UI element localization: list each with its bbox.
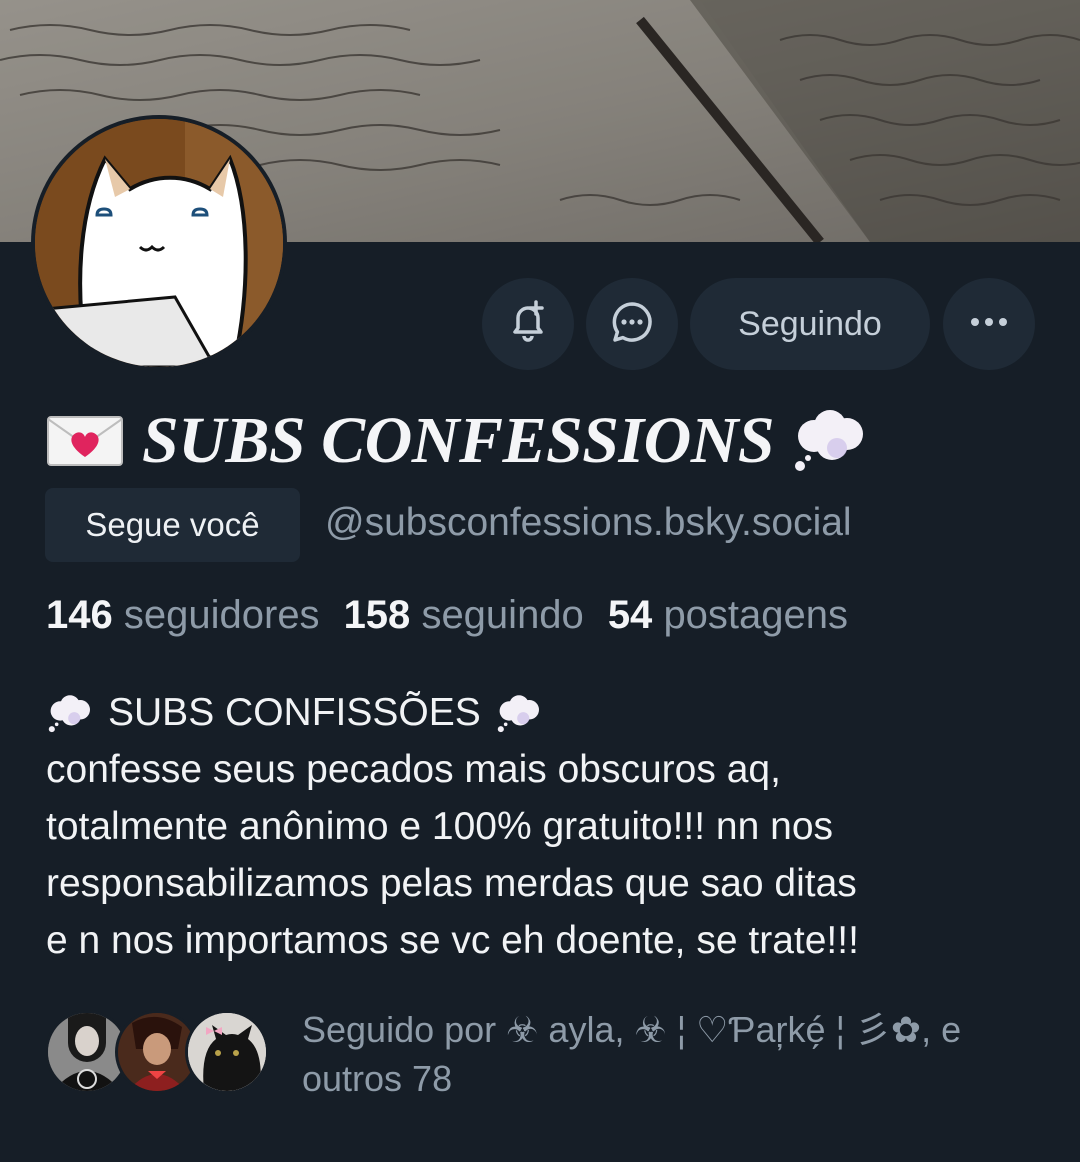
followers-label: seguidores: [123, 593, 320, 637]
bio-line-1: confesse seus pecados mais obscuros aq,: [46, 748, 781, 791]
profile-handle: @subsconfessions.bsky.social: [325, 501, 852, 544]
posts-count: 54: [607, 593, 653, 637]
follows-you-badge: Segue você: [45, 488, 300, 562]
followed-by-text[interactable]: Seguido por ☣ ayla, ☣ ¦ ♡Ƥar̦ké̗ ¦ 彡✿, e…: [302, 1005, 1042, 1103]
chat-bubble-icon: [609, 299, 655, 350]
bio-line-3: responsabilizamos pelas merdas que sao d…: [46, 862, 857, 905]
notify-button[interactable]: [482, 278, 574, 370]
profile-stats: 146 seguidores 158 seguindo 54 postagens: [46, 593, 872, 638]
message-button[interactable]: [586, 278, 678, 370]
following-count: 158: [343, 593, 411, 637]
following-label: seguindo: [421, 593, 584, 637]
ellipsis-icon: [969, 315, 1009, 333]
bio-line-4: e n nos importamos se vc eh doente, se t…: [46, 919, 859, 962]
posts-stat: 54 postagens: [608, 593, 848, 638]
bio-line-2: totalmente anônimo e 100% gratuito!!! nn…: [46, 805, 834, 848]
bio-title: SUBS CONFISSÕES: [108, 691, 481, 734]
bio-title-line: SUBS CONFISSÕES: [46, 684, 1046, 741]
more-options-button[interactable]: [943, 278, 1035, 370]
profile-page: Seguindo SUBS CONFESSIONS Segue você @su…: [0, 0, 1080, 1162]
followers-stat[interactable]: 146 seguidores: [46, 593, 320, 638]
thought-balloon-icon: [495, 693, 543, 733]
display-name: SUBS CONFESSIONS: [142, 404, 775, 477]
avatar: [185, 1010, 269, 1094]
display-name-row: SUBS CONFESSIONS: [46, 396, 868, 486]
cat-avatar-image: [35, 119, 283, 367]
thought-balloon-icon: [792, 408, 868, 474]
love-letter-icon: [46, 413, 124, 469]
followers-count: 146: [46, 593, 113, 637]
thought-balloon-icon: [46, 693, 94, 733]
following-button[interactable]: Seguindo: [690, 278, 930, 370]
following-stat[interactable]: 158 seguindo: [344, 593, 584, 638]
profile-avatar[interactable]: [31, 115, 287, 371]
known-followers-avatars[interactable]: [45, 1010, 270, 1094]
posts-label: postagens: [663, 593, 849, 637]
profile-bio: SUBS CONFISSÕES confesse seus pecados ma…: [46, 684, 1046, 969]
bell-plus-icon: [505, 299, 551, 350]
